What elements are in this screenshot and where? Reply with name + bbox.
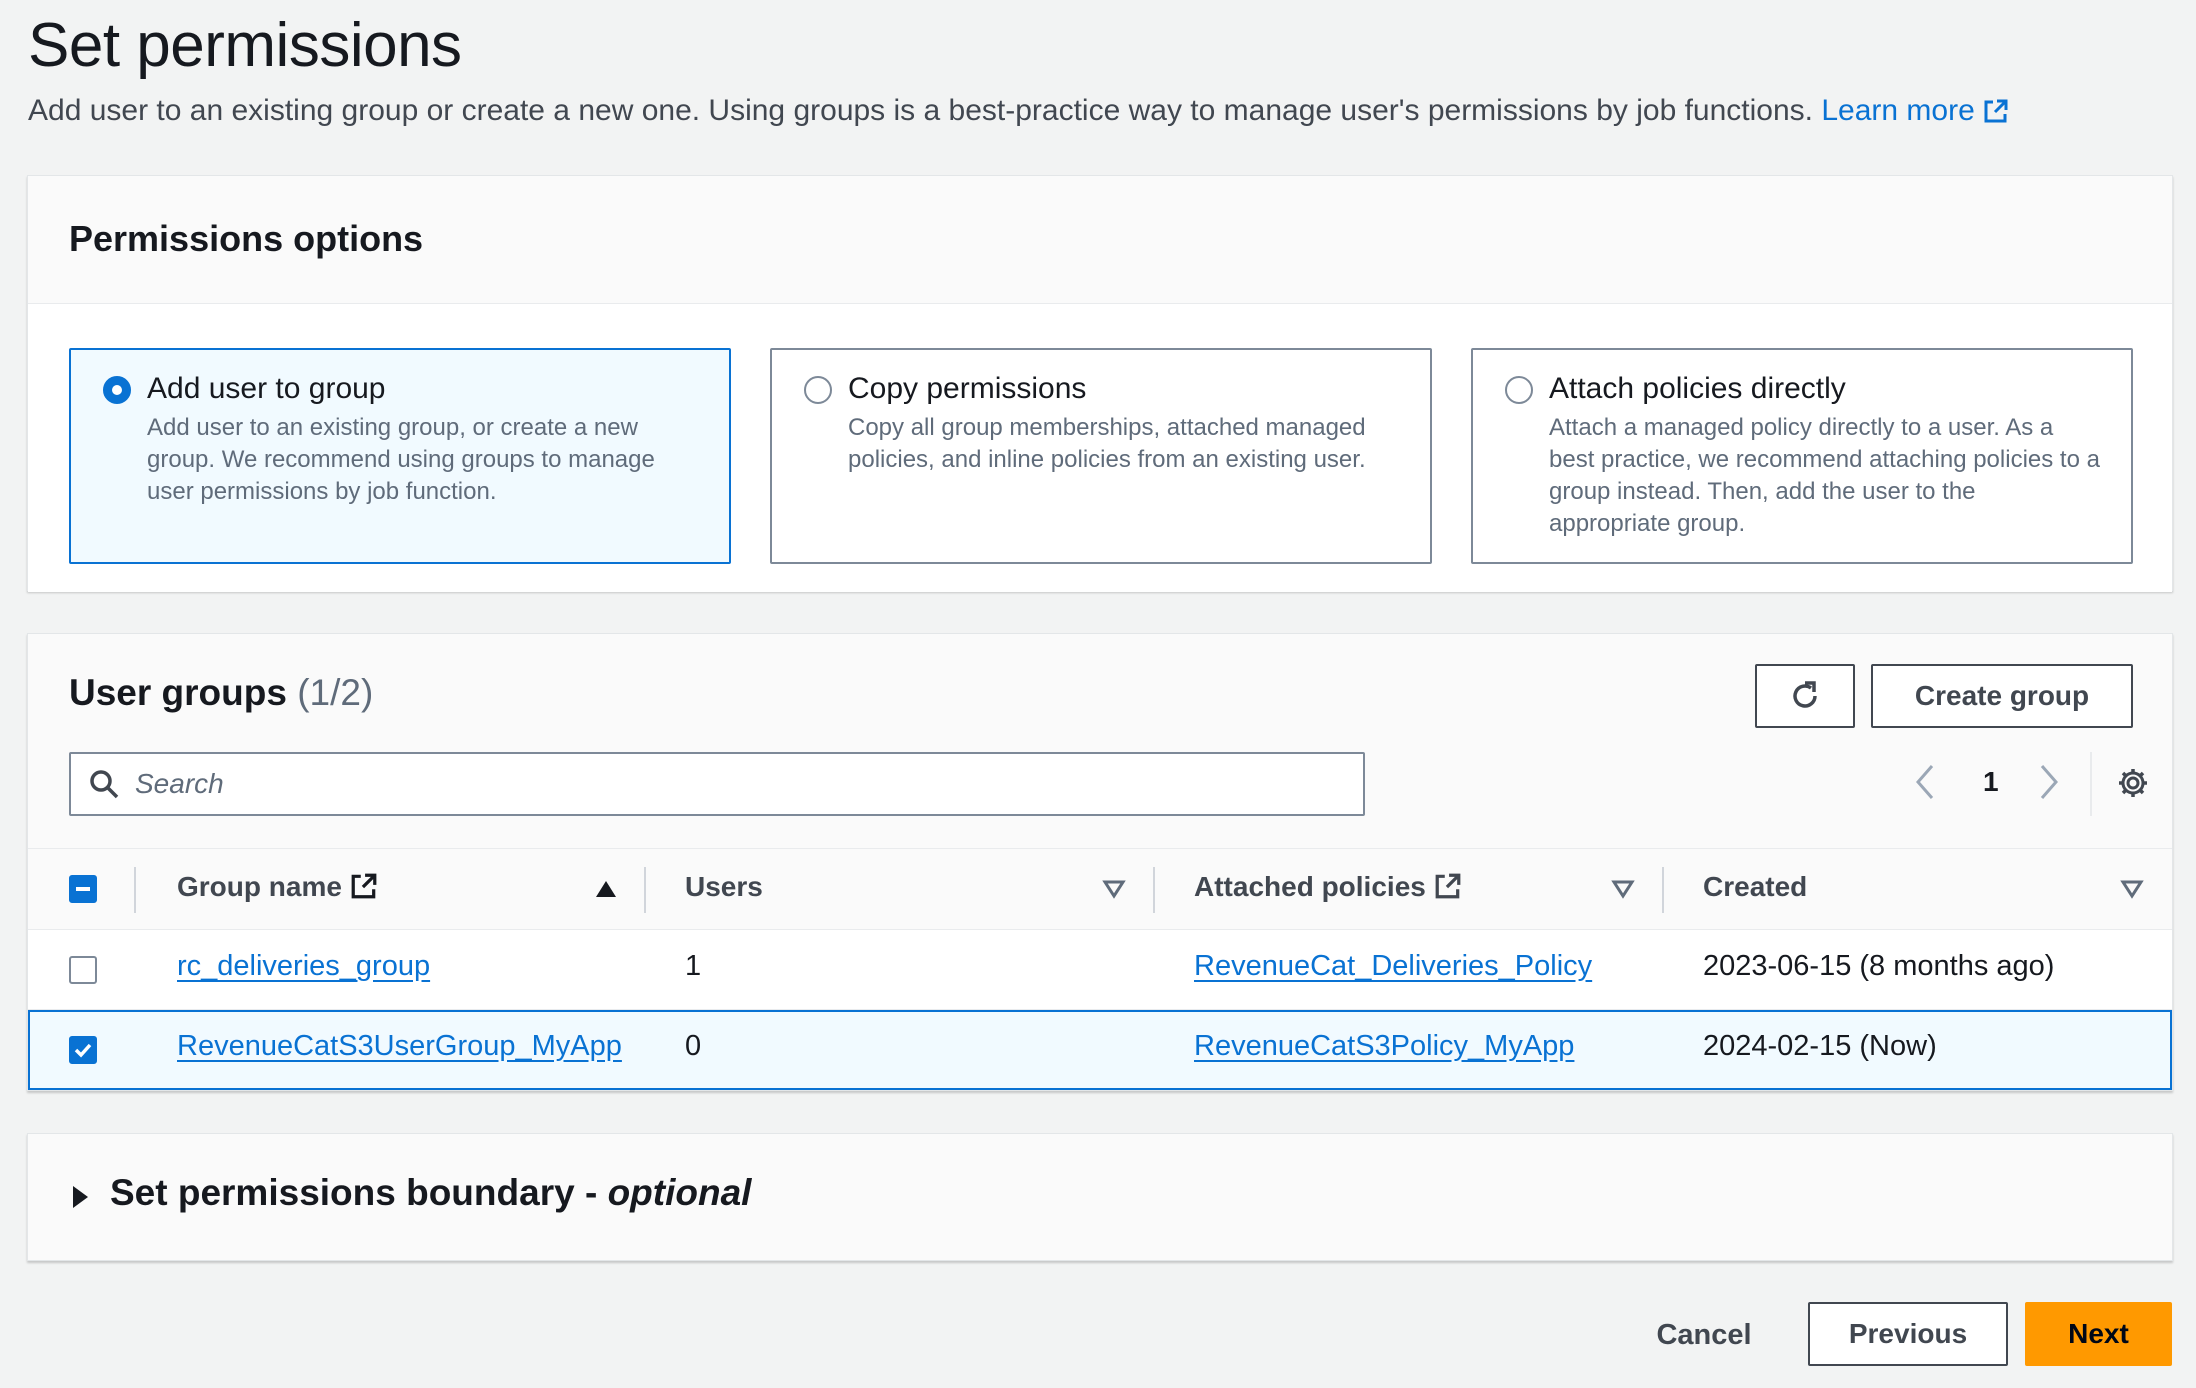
policy-link[interactable]: RevenueCat_Deliveries_Policy — [1194, 950, 1592, 983]
column-group-name[interactable]: Group name — [177, 871, 378, 903]
column-users[interactable]: Users — [685, 871, 763, 903]
row-checkbox[interactable] — [69, 1036, 97, 1064]
permissions-boundary-title[interactable]: Set permissions boundary - optional — [110, 1172, 751, 1214]
group-name-link[interactable]: RevenueCatS3UserGroup_MyApp — [177, 1030, 622, 1063]
column-separator — [1153, 867, 1155, 913]
permissions-options-title: Permissions options — [69, 218, 424, 259]
row-checkbox[interactable] — [69, 956, 97, 984]
permissions-boundary-panel[interactable]: Set permissions boundary - optional — [27, 1133, 2173, 1261]
select-all-checkbox[interactable] — [69, 875, 97, 903]
permissions-options-header: Permissions options — [28, 176, 2172, 304]
page-description: Add user to an existing group or create … — [28, 94, 2009, 128]
refresh-icon — [1793, 681, 1817, 708]
caret-right-icon[interactable] — [70, 1184, 90, 1210]
users-count: 0 — [685, 1030, 702, 1062]
option-add-user-to-group[interactable]: Add user to group Add user to an existin… — [69, 348, 731, 564]
user-groups-title-text: User groups — [69, 672, 287, 713]
created-date: 2024-02-15 (Now) — [1703, 1030, 1937, 1062]
permissions-options-body: Add user to group Add user to an existin… — [28, 304, 2172, 592]
page-number[interactable]: 1 — [1983, 766, 1999, 798]
option-description: Copy all group memberships, attached man… — [848, 414, 1366, 473]
option-description: Attach a managed policy directly to a us… — [1549, 414, 2100, 537]
option-description: Add user to an existing group, or create… — [147, 414, 655, 505]
users-count: 1 — [685, 950, 702, 982]
search-icon — [90, 770, 119, 799]
chevron-right-icon[interactable] — [2036, 762, 2062, 802]
search-box[interactable] — [69, 752, 1365, 816]
permissions-options-panel: Permissions options Add user to group Ad… — [27, 175, 2173, 592]
user-groups-count: (1/2) — [297, 672, 374, 713]
column-separator — [1662, 867, 1664, 913]
next-button[interactable]: Next — [2025, 1302, 2172, 1366]
boundary-title-text: Set permissions boundary - — [110, 1172, 608, 1213]
option-copy-permissions[interactable]: Copy permissions Copy all group membersh… — [770, 348, 1432, 564]
external-link-icon — [1984, 99, 2008, 123]
table-row[interactable]: rc_deliveries_group 1 RevenueCat_Deliver… — [28, 930, 2172, 1010]
page-description-text: Add user to an existing group or create … — [28, 94, 1813, 127]
boundary-optional-label: optional — [607, 1172, 752, 1213]
chevron-left-icon[interactable] — [1912, 762, 1938, 802]
external-link-icon — [351, 873, 377, 899]
table-header: Group name Users Attached policies Creat… — [28, 848, 2172, 930]
checkmark-icon — [74, 1043, 92, 1058]
column-created[interactable]: Created — [1703, 871, 1807, 903]
option-title: Attach policies directly — [1549, 372, 1846, 405]
create-group-button[interactable]: Create group — [1871, 664, 2133, 728]
sort-down-icon[interactable] — [1102, 879, 1126, 899]
sort-ascending-icon[interactable] — [594, 879, 618, 899]
radio-copy-permissions[interactable] — [804, 376, 832, 404]
learn-more-link[interactable]: Learn more — [1821, 94, 2008, 127]
sort-down-icon[interactable] — [1611, 879, 1635, 899]
previous-button[interactable]: Previous — [1808, 1302, 2008, 1366]
column-label: Attached policies — [1194, 871, 1426, 902]
column-attached-policies[interactable]: Attached policies — [1194, 871, 1462, 903]
pager-divider — [2090, 752, 2092, 816]
learn-more-label: Learn more — [1821, 94, 1975, 127]
user-groups-panel: User groups (1/2) Create group 1 Group n… — [27, 633, 2173, 1091]
radio-attach-policies-directly[interactable] — [1505, 376, 1533, 404]
table-row[interactable]: RevenueCatS3UserGroup_MyApp 0 RevenueCat… — [28, 1010, 2172, 1090]
created-date: 2023-06-15 (8 months ago) — [1703, 950, 2055, 982]
column-separator — [644, 867, 646, 913]
policy-link[interactable]: RevenueCatS3Policy_MyApp — [1194, 1030, 1574, 1063]
minus-icon — [76, 887, 90, 891]
column-separator — [134, 867, 136, 913]
radio-add-user-to-group[interactable] — [103, 376, 131, 404]
column-label: Group name — [177, 871, 342, 902]
refresh-button[interactable] — [1755, 664, 1855, 728]
cancel-button[interactable]: Cancel — [1640, 1303, 1768, 1367]
group-name-link[interactable]: rc_deliveries_group — [177, 950, 430, 983]
external-link-icon — [1435, 873, 1461, 899]
gear-icon[interactable] — [2116, 766, 2150, 800]
option-title: Add user to group — [147, 372, 386, 405]
page-title: Set permissions — [28, 11, 462, 80]
search-input[interactable] — [135, 764, 1335, 804]
option-title: Copy permissions — [848, 372, 1087, 405]
option-attach-policies-directly[interactable]: Attach policies directly Attach a manage… — [1471, 348, 2133, 564]
user-groups-title: User groups (1/2) — [69, 672, 373, 714]
sort-down-icon[interactable] — [2120, 879, 2144, 899]
